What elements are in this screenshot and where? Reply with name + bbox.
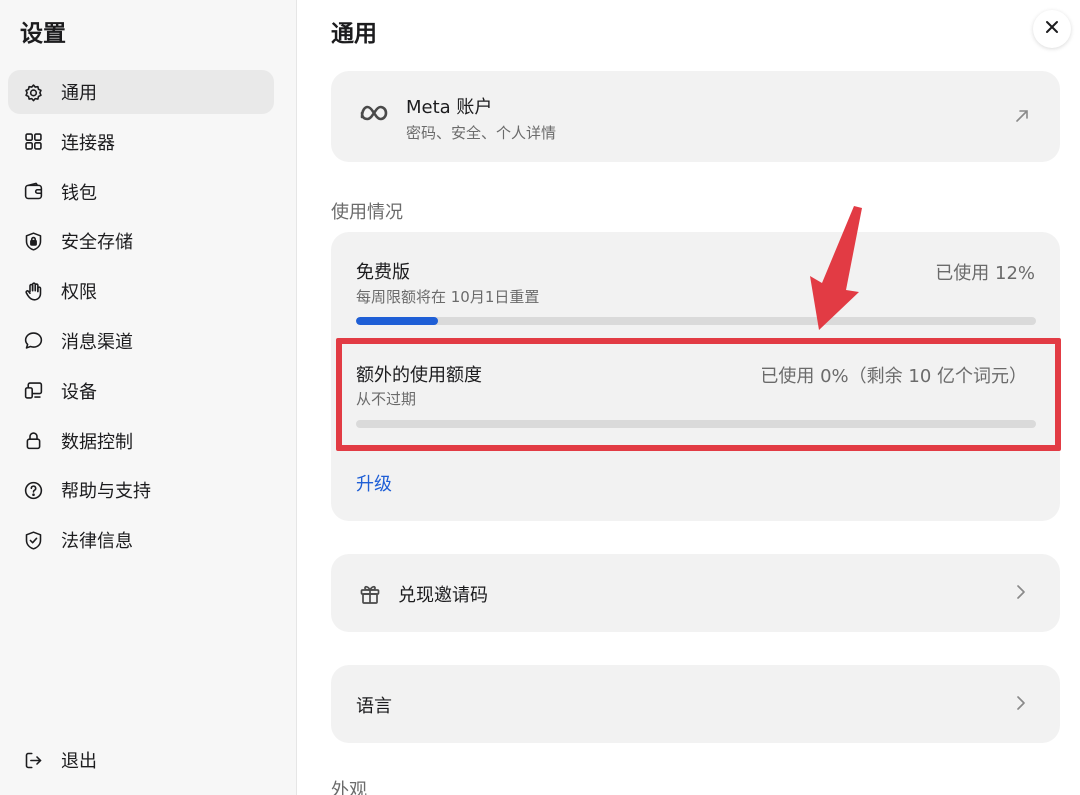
chevron-right-icon [1015,694,1027,716]
sidebar-item-message-channels[interactable]: 消息渠道 [8,319,274,363]
sidebar-item-label: 消息渠道 [61,331,133,353]
sidebar-item-wallet[interactable]: 钱包 [8,170,274,214]
external-link-icon [1015,108,1029,127]
sidebar-item-label: 数据控制 [61,431,133,453]
logout-label: 退出 [61,751,97,772]
gear-icon [22,81,44,103]
meta-account-card[interactable]: Meta 账户 密码、安全、个人详情 [331,71,1060,162]
language-row[interactable]: 语言 [331,665,1060,743]
sidebar-item-secure-storage[interactable]: 安全存储 [8,219,274,263]
sidebar-item-legal[interactable]: 法律信息 [8,518,274,562]
close-button[interactable] [1033,10,1071,48]
logout-icon [22,749,44,771]
upgrade-link[interactable]: 升级 [356,470,392,496]
sidebar-item-connectors[interactable]: 连接器 [8,120,274,164]
sidebar-item-label: 通用 [61,83,97,104]
chevron-right-icon [1015,583,1027,605]
sidebar-item-label: 连接器 [61,132,115,154]
devices-icon [22,380,44,402]
shield-check-icon [22,529,44,551]
settings-sidebar: 设置 通用 连接器 钱包 安全存储 权限 消息渠道 设备 数据控制 帮助与支持 … [0,0,297,795]
page-title: 通用 [331,21,377,47]
logout-row: 退出 [8,738,274,788]
plan-used-text: 已使用 12% [935,263,1035,284]
plan-usage-progress [356,317,1036,325]
extra-usage-used-text: 已使用 0%（剩余 10 亿个词元） [760,366,1027,387]
sidebar-nav: 通用 连接器 钱包 安全存储 权限 消息渠道 设备 数据控制 帮助与支持 法律信… [8,70,274,568]
sidebar-item-label: 帮助与支持 [61,481,151,503]
sidebar-item-label: 设备 [61,381,97,403]
settings-main: 通用 Meta 账户 密码、安全、个人详情 使用情况 免费版 已使用 12% 每… [298,0,1080,795]
sidebar-item-help-support[interactable]: 帮助与支持 [8,468,274,512]
redeem-invite-code-row[interactable]: 兑现邀请码 [331,554,1060,632]
language-label: 语言 [356,696,392,717]
chat-bubble-icon [22,330,44,352]
wallet-icon [22,181,44,203]
grid-icon [22,131,44,153]
sidebar-item-label: 法律信息 [61,531,133,553]
sidebar-item-general[interactable]: 通用 [8,70,274,114]
close-icon [1044,19,1060,39]
usage-section-label: 使用情况 [331,202,403,223]
plan-usage-progress-fill [356,317,438,325]
sidebar-title: 设置 [20,21,66,47]
shield-lock-icon [22,230,44,252]
sidebar-item-permissions[interactable]: 权限 [8,269,274,313]
sidebar-item-devices[interactable]: 设备 [8,369,274,413]
plan-reset-text: 每周限额将在 10月1日重置 [356,288,540,306]
logout-button[interactable]: 退出 [8,738,274,782]
hand-icon [22,280,44,302]
sidebar-item-label: 钱包 [61,182,97,204]
account-name: Meta 账户 [406,97,493,118]
meta-logo-icon [359,104,389,126]
sidebar-item-label: 安全存储 [61,232,133,254]
sidebar-item-label: 权限 [61,282,97,304]
gift-icon [358,582,382,610]
help-circle-icon [22,479,44,501]
extra-usage-subtitle: 从不过期 [356,390,417,408]
redeem-invite-label: 兑现邀请码 [398,585,488,606]
extra-usage-name: 额外的使用额度 [356,365,482,386]
account-subtitle: 密码、安全、个人详情 [406,124,557,142]
lock-icon [22,430,44,452]
appearance-section-label: 外观 [331,780,367,795]
sidebar-item-data-controls[interactable]: 数据控制 [8,419,274,463]
usage-card: 免费版 已使用 12% 每周限额将在 10月1日重置 额外的使用额度 已使用 0… [331,232,1060,521]
extra-usage-progress [356,420,1036,428]
plan-name: 免费版 [356,262,410,283]
